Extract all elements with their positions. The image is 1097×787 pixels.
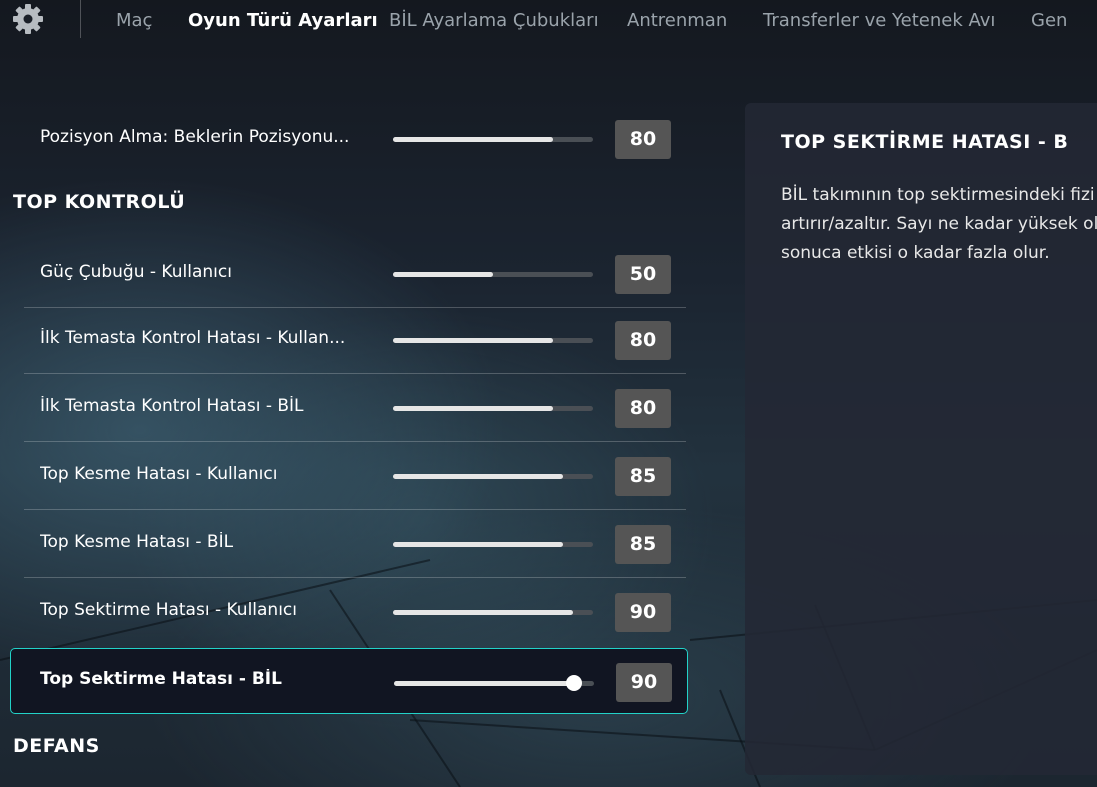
setting-value: 80 xyxy=(615,321,671,360)
info-description: BİL takımının top sektirmesindeki fizi a… xyxy=(781,185,1097,263)
tab-bil-ayarlama-cubuklari[interactable]: BİL Ayarlama Çubukları xyxy=(389,10,599,31)
setting-row[interactable]: Top Kesme Hatası - Kullanıcı 85 xyxy=(24,442,686,510)
setting-label: Pozisyon Alma: Beklerin Pozisyonu... xyxy=(40,127,350,147)
setting-slider[interactable] xyxy=(393,474,593,479)
tab-antrenman[interactable]: Antrenman xyxy=(627,10,727,31)
setting-value: 85 xyxy=(615,525,671,564)
info-title: TOP SEKTİRME HATASI - B xyxy=(781,131,1069,153)
slider-fill xyxy=(393,272,493,277)
setting-slider[interactable] xyxy=(394,675,594,691)
tab-oyun-turu-ayarlari[interactable]: Oyun Türü Ayarları xyxy=(188,10,378,31)
setting-label: Top Sektirme Hatası - Kullanıcı xyxy=(40,600,298,620)
top-navigation: Maç Oyun Türü Ayarları BİL Ayarlama Çubu… xyxy=(0,0,1097,44)
setting-slider[interactable] xyxy=(393,610,593,615)
slider-fill xyxy=(393,406,553,411)
setting-label: Top Kesme Hatası - Kullanıcı xyxy=(40,464,278,484)
setting-slider[interactable] xyxy=(393,406,593,411)
setting-row[interactable]: İlk Temasta Kontrol Hatası - BİL 80 xyxy=(24,374,686,442)
info-panel: TOP SEKTİRME HATASI - B BİL takımının to… xyxy=(745,103,1097,775)
setting-slider[interactable] xyxy=(393,338,593,343)
setting-label: İlk Temasta Kontrol Hatası - Kullan... xyxy=(40,328,346,348)
setting-row[interactable]: Top Sektirme Hatası - Kullanıcı 90 xyxy=(24,578,686,646)
setting-row[interactable]: Pozisyon Alma: Beklerin Pozisyonu... 80 xyxy=(24,105,686,173)
setting-row[interactable]: Güç Çubuğu - Kullanıcı 50 xyxy=(24,240,686,308)
slider-fill xyxy=(393,338,553,343)
setting-label: Güç Çubuğu - Kullanıcı xyxy=(40,262,232,282)
tab-transferler-ve-yetenek-avi[interactable]: Transferler ve Yetenek Avı xyxy=(763,10,995,31)
nav-divider xyxy=(80,0,81,38)
gear-icon[interactable] xyxy=(12,3,44,35)
tab-mac[interactable]: Maç xyxy=(116,10,152,31)
setting-label: İlk Temasta Kontrol Hatası - BİL xyxy=(40,396,304,416)
setting-slider[interactable] xyxy=(393,137,593,142)
slider-thumb[interactable] xyxy=(566,675,582,691)
setting-value: 80 xyxy=(615,120,671,159)
tab-gen[interactable]: Gen xyxy=(1031,10,1067,31)
setting-label: Top Kesme Hatası - BİL xyxy=(40,532,234,552)
setting-value: 90 xyxy=(616,663,672,702)
section-title-defans: DEFANS xyxy=(13,735,100,757)
setting-value: 50 xyxy=(615,255,671,294)
setting-row[interactable]: Top Kesme Hatası - BİL 85 xyxy=(24,510,686,578)
slider-fill xyxy=(393,610,573,615)
slider-fill xyxy=(393,474,563,479)
setting-slider[interactable] xyxy=(393,542,593,547)
slider-fill xyxy=(393,542,563,547)
setting-value: 80 xyxy=(615,389,671,428)
section-title-top-kontrolu: TOP KONTROLÜ xyxy=(13,191,186,213)
setting-value: 85 xyxy=(615,457,671,496)
slider-fill xyxy=(393,137,553,142)
setting-row-selected[interactable]: Top Sektirme Hatası - BİL 90 xyxy=(10,648,688,714)
setting-row[interactable]: İlk Temasta Kontrol Hatası - Kullan... 8… xyxy=(24,306,686,374)
slider-fill xyxy=(394,681,574,686)
setting-value: 90 xyxy=(615,593,671,632)
setting-label: Top Sektirme Hatası - BİL xyxy=(40,669,282,689)
setting-slider[interactable] xyxy=(393,272,593,277)
